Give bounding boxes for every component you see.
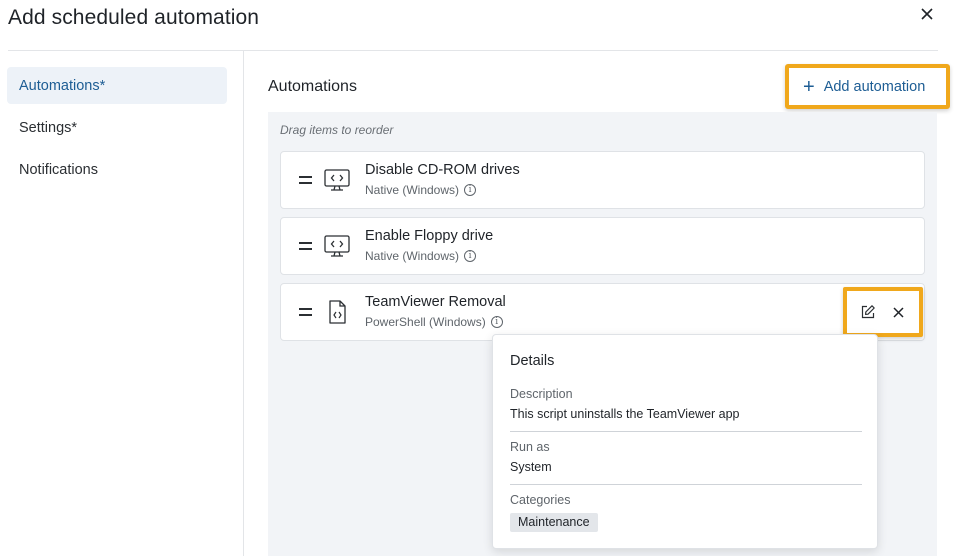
divider	[510, 484, 862, 485]
info-icon[interactable]: i	[464, 250, 477, 262]
close-icon[interactable]	[917, 4, 937, 24]
add-automation-label: Add automation	[823, 78, 926, 95]
categories-label: Categories	[510, 493, 571, 507]
details-popover: Details Description This script uninstal…	[492, 334, 878, 549]
divider	[510, 431, 862, 432]
sidebar-divider	[243, 51, 244, 556]
sidebar-item-automations[interactable]: Automations*	[7, 67, 227, 104]
drag-hint: Drag items to reorder	[280, 123, 394, 137]
category-chip: Maintenance	[510, 513, 598, 532]
run-as-value: System	[510, 460, 552, 474]
plus-icon: +	[803, 75, 815, 98]
automation-type: Native (Windows)	[365, 183, 460, 197]
automation-card[interactable]: Disable CD-ROM drives Native (Windows) i	[280, 151, 925, 209]
drag-handle-icon[interactable]	[299, 242, 312, 250]
info-icon[interactable]: i	[490, 316, 503, 328]
automation-card[interactable]: TeamViewer Removal PowerShell (Windows) …	[280, 283, 925, 341]
drag-handle-icon[interactable]	[299, 308, 312, 316]
automation-type: PowerShell (Windows)	[365, 315, 486, 329]
dialog-title: Add scheduled automation	[8, 6, 260, 29]
description-value: This script uninstalls the TeamViewer ap…	[510, 407, 740, 421]
info-icon[interactable]: i	[464, 184, 477, 196]
details-title: Details	[510, 353, 555, 369]
automation-name: Disable CD-ROM drives	[365, 162, 520, 178]
description-label: Description	[510, 387, 573, 401]
monitor-code-icon	[324, 169, 350, 191]
sidebar-item-settings[interactable]: Settings*	[7, 109, 227, 146]
add-automation-button[interactable]: + Add automation	[785, 64, 950, 109]
automation-type: Native (Windows)	[365, 249, 460, 263]
sidebar-item-notifications[interactable]: Notifications	[7, 151, 227, 188]
edit-icon[interactable]	[856, 300, 880, 324]
script-file-icon	[329, 300, 346, 324]
automation-name: TeamViewer Removal	[365, 294, 506, 310]
header-divider	[8, 50, 938, 51]
automation-name: Enable Floppy drive	[365, 228, 494, 244]
section-title: Automations	[268, 78, 357, 95]
row-actions	[843, 287, 923, 337]
monitor-code-icon	[324, 235, 350, 257]
drag-handle-icon[interactable]	[299, 176, 312, 184]
automation-card[interactable]: Enable Floppy drive Native (Windows) i	[280, 217, 925, 275]
remove-icon[interactable]	[886, 300, 910, 324]
run-as-label: Run as	[510, 440, 550, 454]
